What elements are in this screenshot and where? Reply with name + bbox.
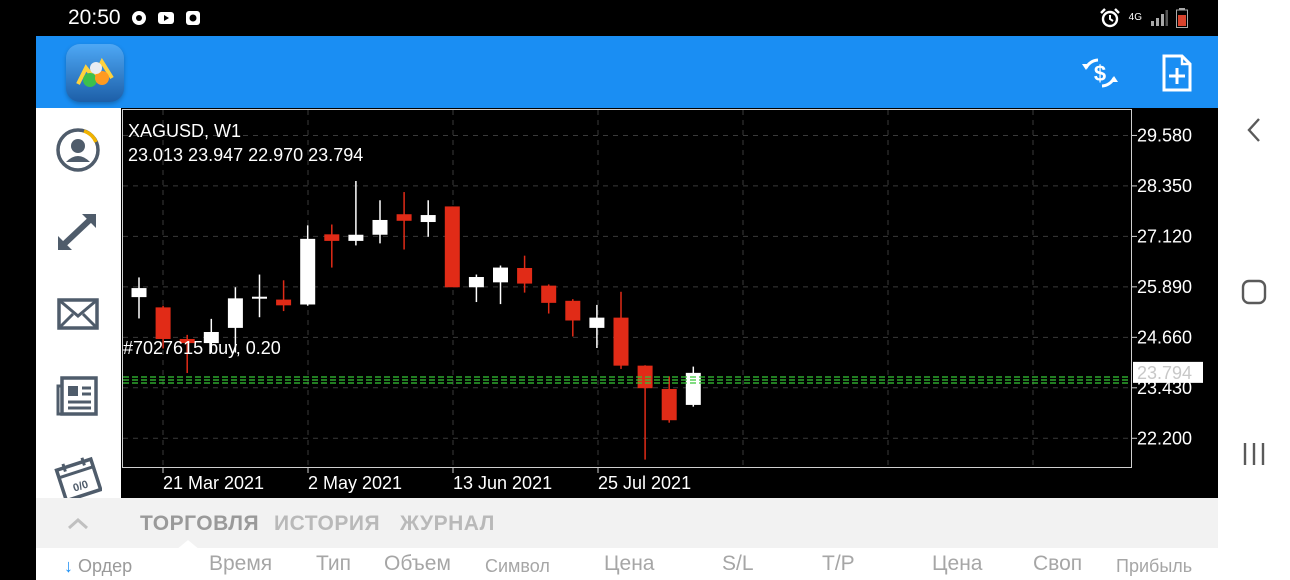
price-tick-label: 22.200 [1137, 428, 1192, 448]
candle-body [661, 389, 677, 421]
status-right: 4G [1099, 8, 1188, 28]
tab-journal[interactable]: ЖУРНАЛ [400, 512, 495, 536]
battery-icon [1176, 8, 1188, 28]
chart-symbol-title: XAGUSD, W1 [128, 121, 241, 141]
price-axis: 29.58028.35027.12025.89024.66023.43022.2… [1131, 125, 1203, 448]
dollar-exchange-icon: $ [1082, 58, 1118, 88]
trade-button[interactable]: $ [1080, 54, 1120, 92]
recents-icon [1243, 443, 1265, 465]
sort-arrow-icon: ↓ [64, 556, 73, 576]
sidebar-item-mail[interactable] [54, 290, 102, 338]
candle-body [348, 234, 364, 241]
chevron-up-icon[interactable] [66, 516, 90, 530]
tab-trade[interactable]: ТОРГОВЛЯ [140, 512, 259, 536]
metatrader-logo-icon [66, 44, 124, 102]
nav-home-button[interactable] [1238, 276, 1270, 308]
alarm-icon [1099, 8, 1120, 28]
candle-body [444, 206, 460, 288]
status-bar: 20:50 4G [0, 0, 1218, 36]
sidebar: 0/0 [36, 108, 121, 503]
column-order[interactable]: ↓ Ордер [64, 556, 132, 577]
back-icon [1247, 118, 1260, 142]
sidebar-item-trade[interactable] [54, 208, 102, 256]
network-type: 4G [1128, 12, 1142, 23]
youtube-icon [158, 12, 174, 24]
sidebar-item-account[interactable] [54, 126, 102, 174]
system-nav-bar [1218, 0, 1290, 580]
active-tab-indicator [176, 540, 200, 550]
candles [131, 180, 701, 460]
svg-text:$: $ [1094, 61, 1106, 86]
current-price-label: 23.794 [1137, 363, 1192, 383]
price-tick-label: 27.120 [1137, 226, 1192, 246]
home-icon [1241, 279, 1267, 305]
candle-body [589, 317, 605, 328]
candle-body [685, 372, 701, 405]
column-tp[interactable]: T/P [822, 552, 855, 576]
candle-body [493, 267, 508, 283]
document-plus-icon [1162, 54, 1192, 92]
date-tick-label: 2 May 2021 [308, 473, 402, 493]
toolbox-panel: ТОРГОВЛЯ ИСТОРИЯ ЖУРНАЛ ↓ Ордер Время Ти… [36, 498, 1218, 580]
candle-body [372, 219, 388, 235]
date-tick-label: 25 Jul 2021 [598, 473, 691, 493]
candle-body [565, 300, 581, 321]
chart-ohlc-values: 23.013 23.947 22.970 23.794 [128, 145, 363, 165]
candlestick-chart[interactable]: 29.58028.35027.12025.89024.66023.43022.2… [121, 108, 1218, 498]
date-tick-label: 13 Jun 2021 [453, 473, 552, 493]
candle-body [252, 296, 267, 299]
column-sl[interactable]: S/L [722, 552, 754, 576]
candle-body [324, 234, 340, 241]
candle-body [420, 215, 436, 223]
metatrader-logo[interactable] [66, 44, 124, 102]
price-tick-label: 25.890 [1137, 277, 1192, 297]
column-current-price[interactable]: Цена [932, 552, 983, 576]
column-profit[interactable]: Прибыль [1116, 556, 1192, 577]
record-icon [132, 11, 146, 25]
column-symbol[interactable]: Символ [485, 556, 550, 577]
date-tick-label: 21 Mar 2021 [163, 473, 264, 493]
order-label: #7027615 buy, 0.20 [123, 338, 281, 358]
candle-body [227, 298, 243, 328]
app-screen: 20:50 4G $ 0/0 29.580 28.350 27.120 25.8… [0, 0, 1290, 580]
candle-body [613, 317, 629, 366]
candle-body [541, 285, 557, 303]
price-tick-label: 29.580 [1137, 125, 1192, 145]
candle-body [396, 214, 412, 221]
signal-icon [1151, 10, 1168, 26]
nav-recents-button[interactable] [1238, 438, 1270, 470]
order-level [123, 376, 1131, 384]
time-axis: 21 Mar 2021 2 May 2021 13 Jun 2021 25 Jul 2… [162, 467, 691, 493]
new-order-button[interactable] [1160, 54, 1200, 92]
column-swap[interactable]: Своп [1033, 552, 1082, 576]
column-time[interactable]: Время [209, 552, 272, 576]
camera-icon [186, 11, 200, 25]
column-price[interactable]: Цена [604, 552, 655, 576]
account-icon [56, 128, 100, 172]
column-volume[interactable]: Объем [384, 552, 451, 576]
column-type[interactable]: Тип [316, 552, 351, 576]
calendar-icon: 0/0 [54, 456, 103, 503]
candle-body [468, 277, 484, 288]
price-chart[interactable]: 29.580 28.350 27.120 25.890 24.660 23.430 22.2… [121, 108, 1218, 498]
candle-body [517, 267, 533, 284]
nav-back-button[interactable] [1238, 114, 1270, 146]
tab-history[interactable]: ИСТОРИЯ [274, 512, 380, 536]
clock: 20:50 [68, 6, 121, 29]
candle-body [276, 299, 292, 306]
candle-body [155, 307, 171, 339]
sidebar-item-calendar[interactable]: 0/0 [54, 454, 103, 503]
trade-arrows-icon [57, 213, 97, 251]
column-order-label: Ордер [78, 556, 133, 576]
mail-icon [57, 298, 99, 330]
app-toolbar: $ [36, 36, 1218, 108]
candle-body [300, 238, 316, 305]
news-icon [56, 376, 98, 416]
price-tick-label: 28.350 [1137, 176, 1192, 196]
price-tick-label: 24.660 [1137, 327, 1192, 347]
sidebar-item-news[interactable] [54, 372, 102, 420]
candle-body [131, 288, 147, 298]
